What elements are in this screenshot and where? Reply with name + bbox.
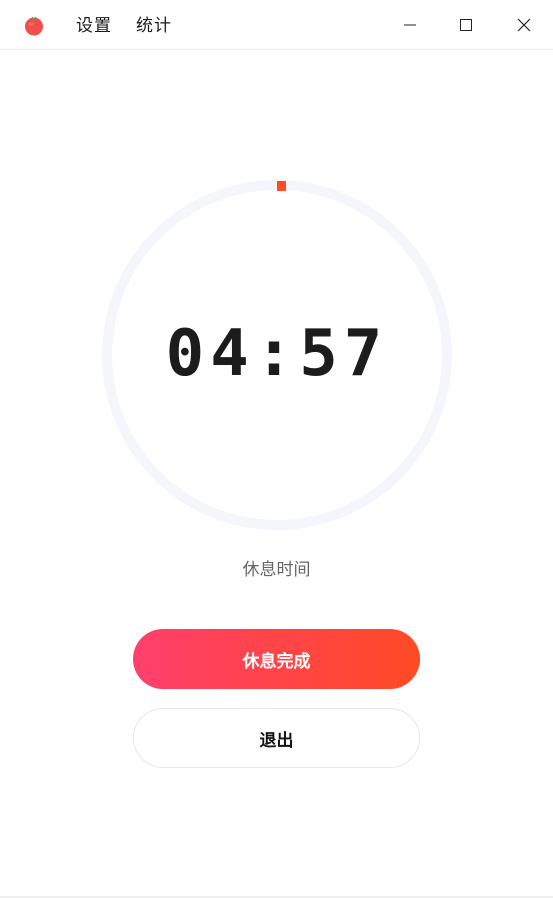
menu-stats[interactable]: 统计: [136, 15, 172, 37]
minimize-button[interactable]: [392, 8, 428, 42]
exit-label: 退出: [259, 730, 294, 751]
close-icon: [517, 18, 531, 32]
progress-marker: [277, 181, 286, 191]
title-bar: 设置 统计: [0, 0, 553, 50]
finish-break-label: 休息完成: [242, 651, 311, 672]
tomato-logo-icon: [25, 16, 43, 36]
maximize-icon: [460, 19, 472, 31]
close-button[interactable]: [506, 8, 542, 42]
timer-display: 04:57: [165, 317, 389, 391]
menu-settings[interactable]: 设置: [76, 15, 112, 37]
maximize-button[interactable]: [448, 8, 484, 42]
finish-break-button[interactable]: 休息完成: [133, 629, 420, 689]
exit-button[interactable]: 退出: [133, 708, 420, 768]
minimize-icon: [404, 24, 416, 26]
phase-label: 休息时间: [242, 560, 311, 580]
